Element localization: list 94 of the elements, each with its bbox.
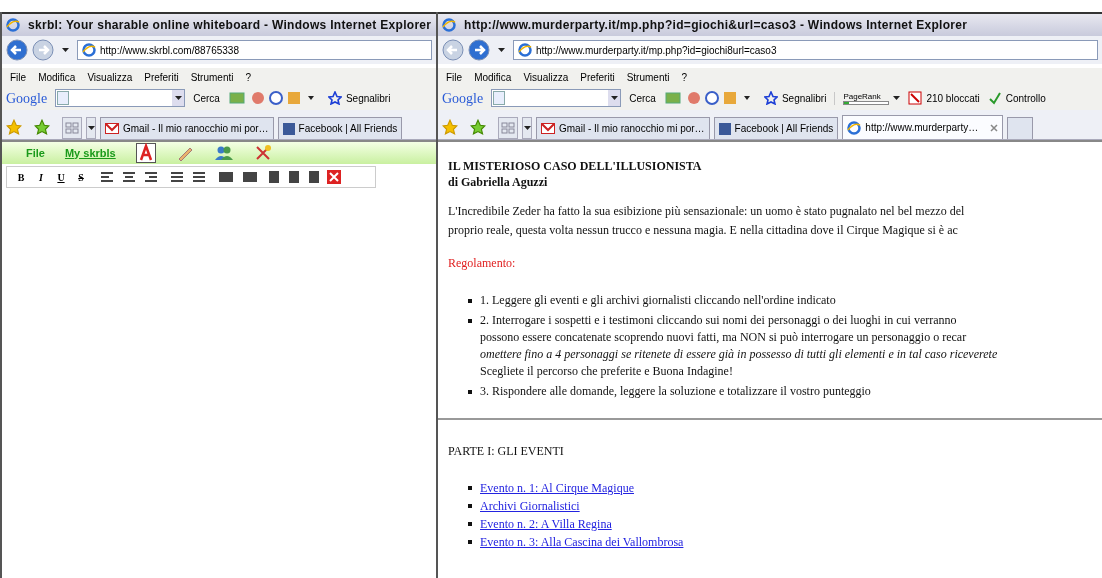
browser-tab[interactable]: Facebook | All Friends bbox=[277, 117, 403, 139]
ie-icon bbox=[442, 18, 456, 32]
rule-text: 2. Interrogare i sospetti e i testimoni cliccando sui nomi dei personaggi o dei luoghi in cui verranno possono essere concatenate scoprendo nuovi fatti, ma NON si può interrogare un personaggio o recar omettere fino a 4 personaggi se ritenete di essere già in possesso di tutti gli elementi e in tal caso riceverete Scegliete il percorso che preferite e Buona Indagine! bbox=[480, 312, 998, 380]
format-button[interactable]: B bbox=[15, 169, 27, 185]
spellcheck-icon bbox=[987, 91, 1002, 105]
rule-text: 1. Leggere gli eventi e gli archivi giornalisti cliccando nell'ordine indicato bbox=[480, 292, 836, 309]
tools-icon[interactable] bbox=[253, 144, 272, 162]
browser-tab[interactable]: Gmail - Il mio ranocchio mi por… bbox=[536, 117, 710, 139]
pagerank-label: PageRank bbox=[843, 91, 882, 101]
tab-list-caret-icon[interactable] bbox=[522, 117, 532, 139]
address-text: http://www.skrbl.com/88765338 bbox=[100, 43, 239, 58]
tab-title: Facebook | All Friends bbox=[298, 122, 398, 136]
bullet-icon bbox=[468, 522, 472, 526]
toolbar-button[interactable]: 210 bloccati bbox=[908, 90, 980, 106]
back-button[interactable] bbox=[6, 39, 28, 61]
rules-heading: Regolamento: bbox=[448, 255, 517, 272]
menu-item[interactable]: ? bbox=[681, 69, 688, 85]
favorites-star-icon[interactable] bbox=[6, 118, 22, 135]
toolbar-button[interactable]: Controllo bbox=[987, 90, 1046, 106]
search-button[interactable]: Cerca bbox=[629, 90, 656, 106]
article-author: di Gabriella Aguzzi bbox=[448, 174, 549, 190]
ie-icon bbox=[847, 120, 862, 135]
bullet-icon bbox=[468, 319, 472, 323]
google-g-icon bbox=[57, 91, 70, 105]
google-g-icon bbox=[493, 91, 506, 105]
forward-button[interactable] bbox=[468, 39, 490, 61]
ie-icon bbox=[518, 43, 532, 57]
menu-item[interactable]: Visualizza bbox=[523, 69, 569, 85]
new-tab-button[interactable] bbox=[1007, 117, 1034, 139]
menu-item[interactable]: Strumenti bbox=[626, 69, 670, 85]
menu-item[interactable]: Visualizza bbox=[87, 69, 133, 85]
dropdown-caret-icon[interactable] bbox=[608, 90, 621, 106]
menu-item[interactable]: File bbox=[10, 69, 27, 85]
format-button[interactable]: S bbox=[75, 169, 87, 185]
ie-icon bbox=[6, 18, 20, 32]
rule-text: 3. Rispondere alle domande, leggere la soluzione e totalizzare il vostro punteggio bbox=[480, 383, 871, 400]
google-search-field[interactable] bbox=[491, 89, 622, 107]
bullet-icon bbox=[468, 540, 472, 544]
google-search-field[interactable] bbox=[55, 89, 186, 107]
bullet-icon bbox=[468, 390, 472, 394]
section-heading: PARTE I: GLI EVENTI bbox=[447, 443, 565, 460]
address-field[interactable]: http://www.murderparty.it/mp.php?id=giochi8url=caso3 bbox=[513, 40, 1098, 60]
search-button[interactable]: Cerca bbox=[193, 90, 220, 106]
tab-title: Gmail - Il mio ranocchio mi por… bbox=[559, 122, 705, 136]
google-logo: Google bbox=[442, 89, 484, 108]
event-link[interactable]: Evento n. 2: A Villa Regina bbox=[480, 516, 612, 532]
tab-list-caret-icon[interactable] bbox=[86, 117, 96, 139]
menu-item[interactable]: Preferiti bbox=[144, 69, 179, 85]
browser-tab[interactable]: http://www.murderparty… bbox=[842, 115, 1004, 139]
address-text: http://www.murderparty.it/mp.php?id=giochi8url=caso3 bbox=[536, 43, 777, 58]
add-favorite-icon[interactable] bbox=[34, 118, 50, 135]
intro-paragraph: L'Incredibile Zeder ha fatto la sua esibizione più sensazionale: un uomo è stato pugnalato nel bel mezzo del proprio reale, questa volta nessun trucco e nessuna magia. E nella cittadina dove il Cirque Magique si è ac bbox=[448, 203, 966, 239]
menu-item[interactable]: ? bbox=[245, 69, 252, 85]
menu-item[interactable]: Strumenti bbox=[190, 69, 234, 85]
text-tool-icon[interactable] bbox=[135, 143, 156, 163]
menu-item[interactable]: Modifica bbox=[38, 69, 76, 85]
toolbar-button[interactable]: Segnalibri bbox=[327, 90, 391, 106]
mail-icon bbox=[541, 123, 555, 134]
back-button[interactable] bbox=[442, 39, 464, 61]
add-favorite-icon[interactable] bbox=[470, 118, 486, 135]
ie-icon bbox=[82, 43, 96, 57]
toolbar-button[interactable]: Segnalibri bbox=[763, 90, 827, 106]
tab-title: http://www.murderparty… bbox=[865, 121, 979, 135]
star-icon bbox=[327, 91, 342, 105]
menu-item[interactable]: Preferiti bbox=[580, 69, 615, 85]
mail-icon bbox=[105, 123, 119, 134]
article-title: IL MISTERIOSO CASO DELL'ILLUSIONISTA bbox=[448, 158, 703, 174]
dropdown-caret-icon[interactable] bbox=[172, 90, 185, 106]
bullet-icon bbox=[468, 504, 472, 508]
window-title: http://www.murderparty.it/mp.php?id=giochi&url=caso3 - Windows Internet Explorer bbox=[464, 17, 968, 34]
google-logo: Google bbox=[6, 89, 48, 108]
blocked-icon bbox=[908, 91, 923, 105]
bullet-icon bbox=[468, 299, 472, 303]
menu-item[interactable]: File bbox=[446, 69, 463, 85]
tab-title: Facebook | All Friends bbox=[734, 122, 834, 136]
star-icon bbox=[763, 91, 778, 105]
users-icon[interactable] bbox=[213, 145, 234, 161]
menu-item[interactable]: Modifica bbox=[474, 69, 512, 85]
favorites-star-icon[interactable] bbox=[442, 118, 458, 135]
address-field[interactable]: http://www.skrbl.com/88765338 bbox=[77, 40, 432, 60]
browser-tab[interactable]: Facebook | All Friends bbox=[713, 117, 839, 139]
event-link[interactable]: Evento n. 1: Al Cirque Magique bbox=[480, 480, 634, 496]
facebook-icon bbox=[718, 122, 731, 135]
format-button[interactable]: I bbox=[35, 169, 47, 185]
event-link[interactable]: Evento n. 3: Alla Cascina dei Vallombrosa bbox=[480, 534, 684, 550]
tab-title: Gmail - Il mio ranocchio mi por… bbox=[123, 122, 269, 136]
format-button[interactable]: U bbox=[55, 169, 67, 185]
window-title: skrbl: Your sharable online whiteboard - Windows Internet Explorer bbox=[28, 17, 432, 34]
close-tab-icon[interactable] bbox=[990, 123, 999, 132]
facebook-icon bbox=[282, 122, 295, 135]
dropdown-caret-icon[interactable] bbox=[893, 96, 901, 100]
bullet-icon bbox=[468, 486, 472, 490]
browser-tab[interactable]: Gmail - Il mio ranocchio mi por… bbox=[100, 117, 274, 139]
event-link[interactable]: Archivi Giornalistici bbox=[480, 498, 580, 514]
